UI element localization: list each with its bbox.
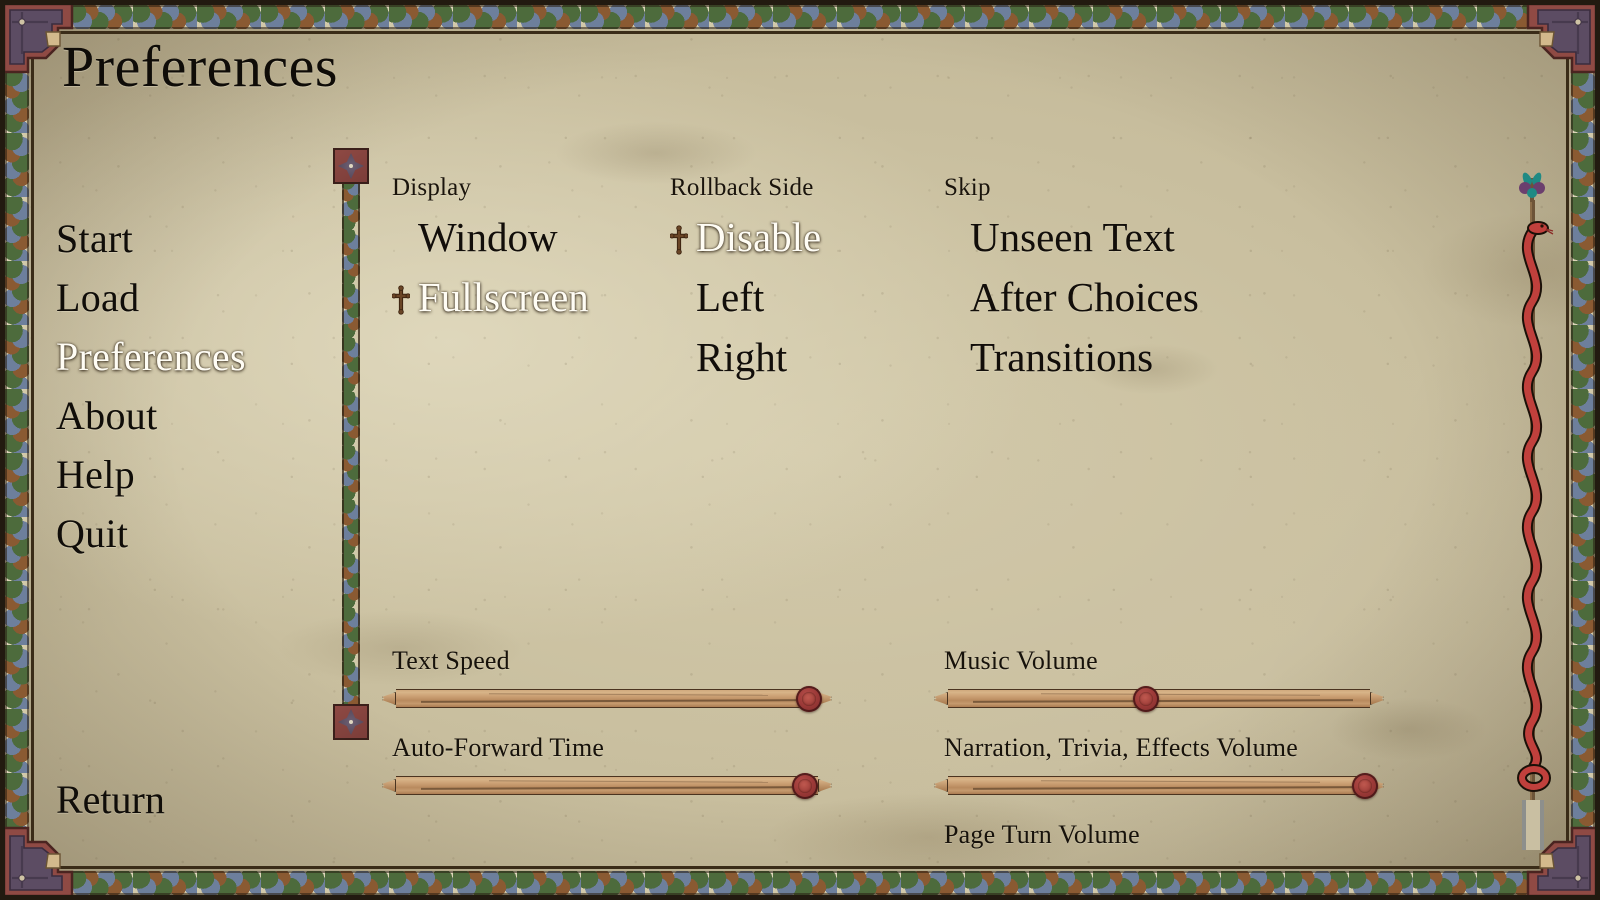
group-display: Display Window Fullscreen (391, 174, 642, 328)
option-skip-transitions[interactable]: Transitions (944, 328, 1244, 388)
slider-music-volume[interactable] (934, 683, 1384, 713)
heraldic-corner-ornament-icon (2, 2, 88, 86)
main-navigation: Start Load Preferences About Help Quit (56, 210, 306, 564)
option-display-fullscreen[interactable]: Fullscreen (391, 268, 642, 328)
nav-item-help[interactable]: Help (56, 446, 306, 505)
slider-label-narration-trivia-effects-volume: Narration, Trivia, Effects Volume (944, 733, 1298, 762)
nav-item-quit[interactable]: Quit (56, 505, 306, 564)
heraldic-corner-ornament-icon (1512, 814, 1598, 898)
group-display-label: Display (392, 174, 472, 201)
slider-label-page-turn-volume: Page Turn Volume (944, 820, 1140, 849)
option-label: Right (696, 334, 788, 380)
option-rollback-left[interactable]: Left (670, 268, 930, 328)
slider-narration-trivia-effects-volume[interactable] (934, 770, 1384, 800)
nav-item-preferences[interactable]: Preferences (56, 328, 306, 387)
option-label: Fullscreen (418, 274, 589, 320)
option-label: Left (696, 274, 765, 320)
slider-knob[interactable] (1133, 686, 1160, 712)
group-rollback-side: Rollback Side Disable Left Right (669, 174, 930, 388)
border-rule-top (29, 31, 1571, 34)
border-rule-left (31, 31, 34, 869)
slider-block-text-speed: Text Speed (382, 646, 832, 713)
slider-block-page-turn-volume: Page Turn Volume (944, 822, 1374, 857)
nav-item-about[interactable]: About (56, 387, 306, 446)
slider-block-narration-trivia-effects-volume: Narration, Trivia, Effects Volume (934, 733, 1384, 800)
slider-block-auto-forward-time: Auto-Forward Time (382, 733, 832, 800)
slider-track[interactable] (948, 776, 1370, 795)
cross-icon (669, 221, 689, 255)
slider-label-text-speed: Text Speed (392, 646, 510, 675)
slider-knob[interactable] (796, 686, 823, 712)
cross-icon (391, 281, 411, 315)
option-label: Window (418, 214, 558, 260)
quatrefoil-ornament-icon (333, 148, 369, 184)
border-band-right (1571, 5, 1595, 895)
slider-label-auto-forward-time: Auto-Forward Time (392, 733, 605, 762)
group-rollback-side-label: Rollback Side (670, 174, 814, 201)
slider-auto-forward-time[interactable] (382, 770, 832, 800)
option-label: After Choices (970, 274, 1199, 320)
slider-text-speed[interactable] (382, 683, 832, 713)
option-display-window[interactable]: Window (392, 208, 642, 268)
quatrefoil-ornament-icon (333, 704, 369, 740)
option-skip-unseen-text[interactable]: Unseen Text (944, 208, 1244, 268)
slider-knob[interactable] (791, 773, 818, 799)
slider-label-music-volume: Music Volume (944, 646, 1098, 675)
option-rollback-right[interactable]: Right (670, 328, 930, 388)
nav-item-start[interactable]: Start (56, 210, 306, 269)
heraldic-corner-ornament-icon (2, 814, 88, 898)
slider-track[interactable] (396, 776, 818, 795)
nav-item-load[interactable]: Load (56, 269, 306, 328)
option-skip-after-choices[interactable]: After Choices (944, 268, 1244, 328)
border-band-bottom (5, 871, 1595, 895)
option-label: Unseen Text (970, 214, 1175, 260)
slider-block-music-volume: Music Volume (934, 646, 1384, 713)
slider-track[interactable] (396, 689, 818, 708)
option-rollback-disable[interactable]: Disable (669, 208, 930, 268)
group-skip: Skip Unseen Text After Choices Transitio… (944, 175, 1244, 388)
option-label: Disable (696, 214, 822, 260)
page-title: Preferences (62, 34, 338, 99)
border-rule-bottom (29, 866, 1571, 869)
heraldic-corner-ornament-icon (1512, 2, 1598, 86)
preferences-screen: Preferences Start Load Preferences About… (0, 0, 1600, 900)
preferences-vertical-scrollbar[interactable] (331, 148, 371, 740)
border-rule-right (1566, 31, 1569, 869)
border-band-left (5, 5, 29, 895)
scrollbar-track[interactable] (342, 176, 360, 712)
group-skip-label: Skip (944, 174, 991, 201)
option-label: Transitions (970, 334, 1154, 380)
border-band-top (5, 5, 1595, 29)
